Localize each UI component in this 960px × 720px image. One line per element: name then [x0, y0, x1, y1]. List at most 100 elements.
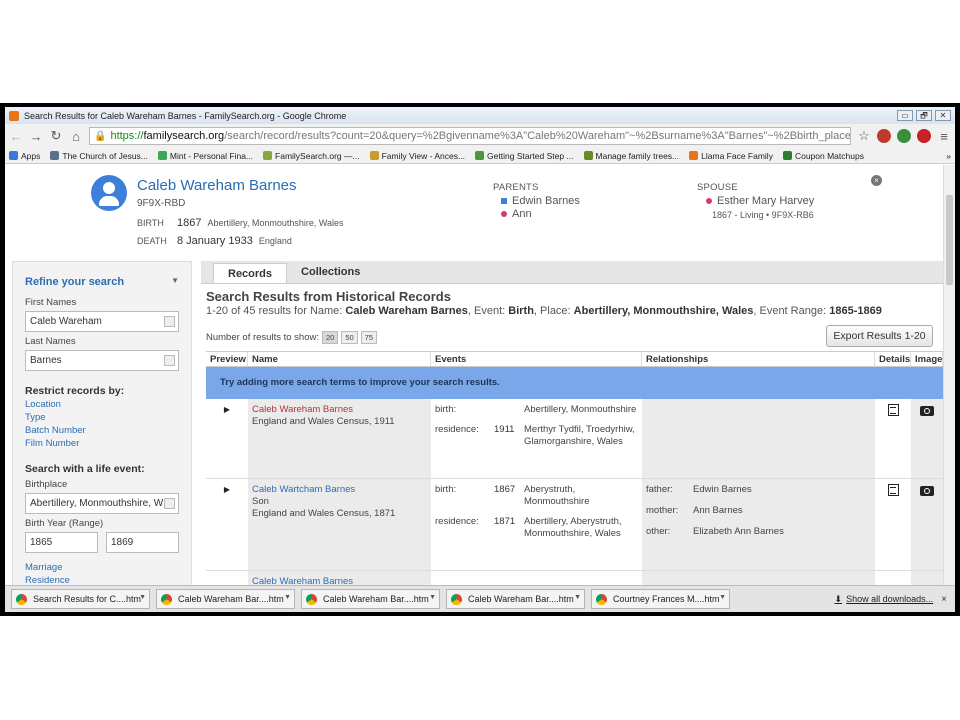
per-page-50[interactable]: 50: [341, 331, 358, 344]
extension-icon[interactable]: [877, 129, 891, 143]
refine-sidebar: Refine your search ▼ First Names Caleb W…: [12, 261, 192, 585]
tab-collections[interactable]: Collections: [287, 261, 374, 283]
record-name-link[interactable]: Caleb Wareham Barnes: [252, 404, 427, 416]
chevron-down-icon[interactable]: ▼: [429, 594, 436, 601]
bookmark-manage-trees[interactable]: Manage family trees...: [583, 151, 679, 161]
per-page-75[interactable]: 75: [360, 331, 378, 344]
death-date: 8 January 1933: [177, 235, 253, 247]
record-name-link[interactable]: Caleb Wartcham Barnes: [252, 484, 427, 496]
column-events: Events: [431, 352, 642, 366]
marriage-link[interactable]: Marriage: [25, 562, 179, 573]
restrict-location-link[interactable]: Location: [25, 399, 179, 410]
bookmark-apps[interactable]: Apps: [9, 151, 40, 161]
bookmark-family-view[interactable]: Family View - Ances...: [369, 151, 465, 161]
window-controls: ▭ 🗗 ✕: [897, 110, 955, 121]
bookmark-coupon[interactable]: Coupon Matchups: [782, 151, 864, 161]
bookmark-church[interactable]: The Church of Jesus...: [50, 151, 148, 161]
chrome-icon: [306, 593, 317, 605]
record-name-link[interactable]: Caleb Wareham Barnes: [252, 576, 427, 585]
tab-records[interactable]: Records: [213, 263, 288, 283]
bookmark-mint[interactable]: Mint - Personal Fina...: [157, 151, 253, 161]
more-bookmarks-button[interactable]: »: [946, 151, 951, 161]
record-role: Son: [252, 496, 269, 507]
minimize-button[interactable]: ▭: [897, 110, 913, 121]
chevron-down-icon[interactable]: ▼: [574, 594, 581, 601]
first-names-input[interactable]: Caleb Wareham: [25, 311, 179, 332]
restrict-batch-link[interactable]: Batch Number: [25, 425, 179, 436]
bookmark-familysearch[interactable]: FamilySearch.org —...: [263, 151, 360, 161]
column-name[interactable]: Name: [248, 352, 431, 366]
chevron-down-icon[interactable]: ▼: [284, 594, 291, 601]
results-summary: 1-20 of 45 results for Name: Caleb Wareh…: [206, 305, 882, 317]
column-relationships: Relationships: [642, 352, 875, 366]
reload-icon[interactable]: ↻: [49, 128, 63, 144]
home-icon[interactable]: ⌂: [69, 129, 83, 144]
page-scrollbar[interactable]: [943, 165, 955, 585]
download-item[interactable]: Courtney Frances M....htm ▼: [591, 589, 730, 609]
female-icon: [706, 198, 712, 204]
pinterest-icon[interactable]: [917, 129, 931, 143]
record-collection: England and Wales Census, 1871: [252, 508, 396, 519]
residence-link[interactable]: Residence: [25, 575, 179, 585]
event-line: residence: 1911 Merthyr Tydfil, Troedyrh…: [435, 424, 635, 447]
download-item[interactable]: Caleb Wareham Bar....htm ▼: [156, 589, 295, 609]
chevron-down-icon[interactable]: ▼: [139, 594, 146, 601]
show-all-downloads-link[interactable]: ⬇ Show all downloads...: [835, 594, 934, 605]
mother-item[interactable]: Ann: [501, 208, 532, 220]
person-name[interactable]: Caleb Wareham Barnes: [137, 177, 297, 194]
scrollbar-thumb[interactable]: [946, 195, 953, 285]
close-icon[interactable]: ×: [871, 175, 882, 186]
download-item[interactable]: Caleb Wareham Bar....htm ▼: [301, 589, 440, 609]
bookmark-star-icon[interactable]: ☆: [857, 128, 871, 144]
restrict-film-link[interactable]: Film Number: [25, 438, 179, 449]
bookmark-favicon-icon: [50, 151, 60, 160]
preview-cell: ▶: [206, 399, 248, 478]
clear-field-icon[interactable]: [164, 355, 175, 366]
death-place: England: [258, 236, 292, 246]
url-scheme: https://: [110, 130, 144, 142]
birthplace-label: Birthplace: [25, 479, 68, 490]
refine-title[interactable]: Refine your search ▼: [25, 276, 179, 288]
camera-icon[interactable]: [920, 406, 934, 416]
clear-field-icon[interactable]: [164, 498, 175, 509]
father-name: Edwin Barnes: [512, 195, 580, 207]
father-item[interactable]: Edwin Barnes: [501, 195, 580, 207]
bookmark-favicon-icon: [689, 151, 699, 160]
name-cell: Caleb Wartcham Barnes Son England and Wa…: [248, 479, 431, 570]
extension-icon[interactable]: [897, 129, 911, 143]
spouse-item[interactable]: Esther Mary Harvey: [706, 195, 814, 207]
forward-arrow-icon[interactable]: →: [29, 129, 43, 144]
birth-year-from-input[interactable]: 1865: [25, 532, 98, 553]
record-collection: England and Wales Census, 1911: [252, 416, 395, 427]
image-cell: [911, 479, 943, 570]
chrome-icon: [596, 593, 607, 605]
camera-icon[interactable]: [920, 486, 934, 496]
last-names-input[interactable]: Barnes: [25, 350, 179, 371]
chevron-down-icon[interactable]: ▼: [719, 594, 726, 601]
details-icon[interactable]: [887, 484, 899, 496]
expand-triangle-icon[interactable]: ▶: [224, 405, 230, 414]
restore-button[interactable]: 🗗: [916, 110, 932, 121]
results-title: Search Results from Historical Records: [206, 289, 451, 304]
clear-field-icon[interactable]: [164, 316, 175, 327]
download-item[interactable]: Search Results for C....htm ▼: [11, 589, 150, 609]
url-input[interactable]: 🔒 https:// familysearch.org /search/reco…: [89, 127, 851, 145]
export-results-button[interactable]: Export Results 1-20: [826, 325, 933, 347]
expand-triangle-icon[interactable]: ▶: [224, 485, 230, 494]
close-window-button[interactable]: ✕: [935, 110, 951, 121]
url-host: familysearch.org: [143, 130, 225, 142]
close-downloads-icon[interactable]: ×: [941, 594, 947, 605]
details-icon[interactable]: [887, 404, 899, 416]
page-content: Caleb Wareham Barnes 9F9X-RBD BIRTH 1867…: [5, 165, 943, 585]
bookmark-llama[interactable]: Llama Face Family: [689, 151, 773, 161]
birth-year-to-input[interactable]: 1869: [106, 532, 179, 553]
per-page-20[interactable]: 20: [322, 331, 339, 344]
back-arrow-icon[interactable]: ←: [9, 129, 23, 144]
restrict-type-link[interactable]: Type: [25, 412, 179, 423]
birthplace-input[interactable]: Abertillery, Monmouthshire, W: [25, 493, 179, 514]
relationship-line: father: Edwin Barnes: [646, 484, 752, 495]
bookmark-getting-started[interactable]: Getting Started Step ...: [475, 151, 574, 161]
menu-icon[interactable]: ≡: [937, 129, 951, 144]
download-item[interactable]: Caleb Wareham Bar....htm ▼: [446, 589, 585, 609]
image-cell: [911, 571, 943, 585]
